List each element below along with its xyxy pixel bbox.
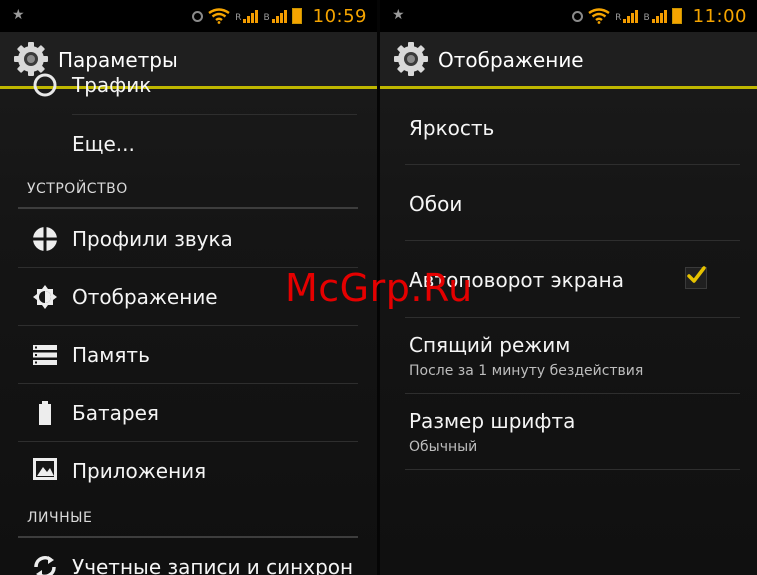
sound-profile-icon	[32, 226, 58, 252]
list-item-accounts-sync[interactable]: Учетные записи и синхрон	[0, 539, 377, 575]
wifi-icon	[208, 8, 230, 24]
auto-rotate-checkbox[interactable]	[685, 266, 707, 289]
list-item-label: Яркость	[409, 116, 495, 140]
section-header-personal: ЛИЧНЫЕ	[27, 510, 93, 526]
list-item-more[interactable]: Еще...	[0, 115, 377, 170]
display-icon	[33, 285, 57, 309]
list-item-sound-profiles[interactable]: Профили звука	[0, 210, 377, 267]
list-item-label: Спящий режим	[409, 333, 571, 357]
section-divider	[18, 207, 358, 209]
list-item-label: Память	[72, 343, 150, 367]
section-header-device: УСТРОЙСТВО	[27, 181, 128, 197]
signal-icon: R	[615, 9, 639, 23]
page-title: Отображение	[438, 48, 584, 72]
storage-icon	[33, 345, 57, 365]
list-item-label: Размер шрифта	[409, 409, 576, 433]
page-title: Параметры	[58, 48, 178, 72]
section-divider	[18, 536, 358, 538]
battery-status-icon	[291, 8, 302, 24]
alarm-icon	[572, 10, 584, 22]
watermark: McGrp.Ru	[285, 266, 473, 310]
status-bar: ★ R B 10:59	[0, 0, 377, 32]
list-item-summary: После за 1 минуту бездействия	[409, 363, 644, 379]
signal-b-icon: B	[263, 9, 287, 23]
list-item-apps[interactable]: Приложения	[0, 442, 377, 499]
signal-b-icon: B	[643, 9, 667, 23]
list-item-label: Обои	[409, 192, 463, 216]
list-item-brightness[interactable]: Яркость	[380, 89, 757, 164]
list-item-label: Учетные записи и синхрон	[72, 555, 354, 575]
star-icon: ★	[12, 7, 25, 23]
checkmark-icon	[687, 266, 706, 283]
battery-icon	[39, 401, 51, 425]
settings-gear-icon[interactable]	[393, 41, 429, 77]
alarm-icon	[192, 10, 204, 22]
battery-status-icon	[671, 8, 682, 24]
action-bar: Отображение	[380, 32, 757, 89]
list-item-storage[interactable]: Память	[0, 326, 377, 383]
list-item-battery[interactable]: Батарея	[0, 384, 377, 441]
status-time: 11:00	[692, 5, 747, 27]
status-bar: ★ R B 11:00	[380, 0, 757, 32]
signal-icon: R	[235, 9, 259, 23]
apps-icon	[33, 458, 57, 480]
list-item-font-size[interactable]: Размер шрифта Обычный	[380, 394, 757, 469]
list-item-wallpaper[interactable]: Обои	[380, 165, 757, 240]
list-item-label: Еще...	[72, 132, 135, 156]
list-item-sleep[interactable]: Спящий режим После за 1 минуту бездейств…	[380, 318, 757, 393]
sync-icon	[34, 555, 56, 575]
status-time: 10:59	[312, 5, 367, 27]
list-item-label: Приложения	[72, 459, 207, 483]
list-item-label: Профили звука	[72, 227, 233, 251]
list-item-label: Отображение	[72, 285, 218, 309]
divider	[405, 469, 740, 470]
star-icon: ★	[392, 7, 405, 23]
traffic-icon	[33, 73, 57, 97]
list-item-summary: Обычный	[409, 439, 478, 455]
list-item-label: Трафик	[72, 73, 152, 97]
list-item-traffic[interactable]: Трафик	[0, 73, 377, 114]
wifi-icon	[588, 8, 610, 24]
list-item-label: Батарея	[72, 401, 159, 425]
